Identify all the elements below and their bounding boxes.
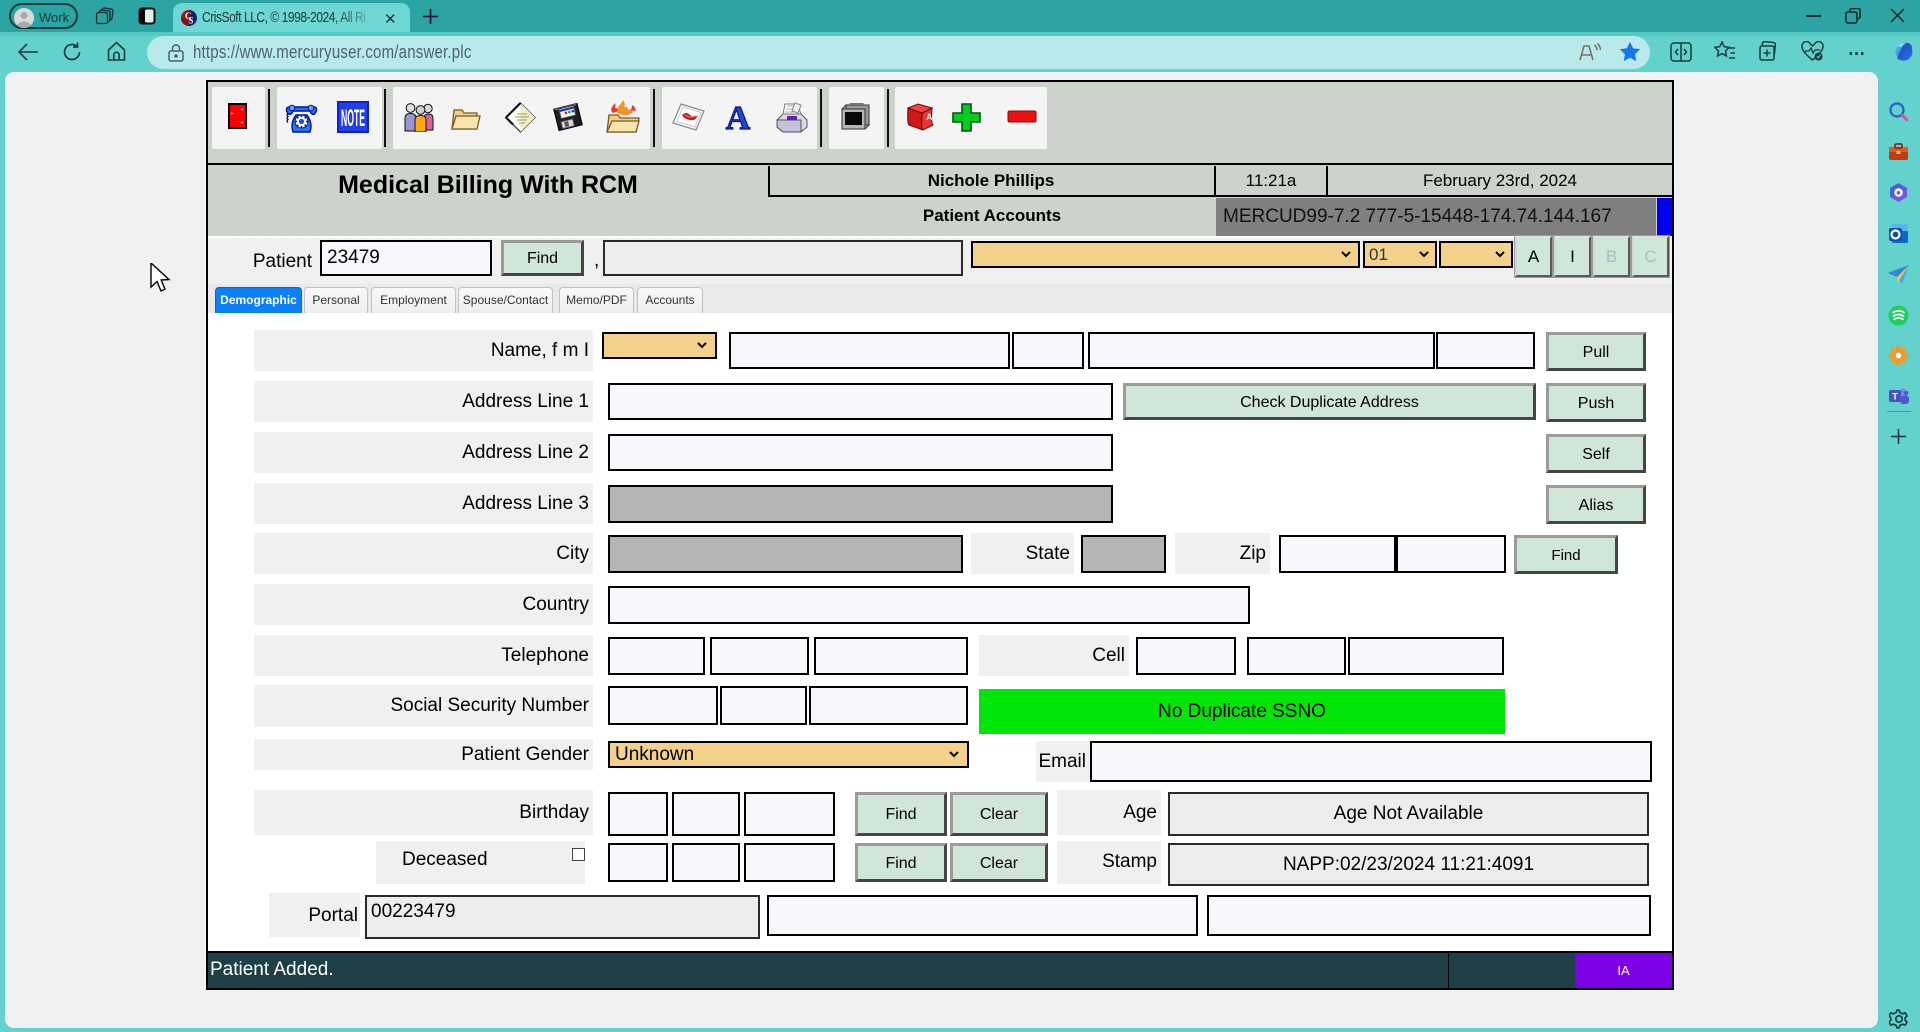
svg-text:S: S (188, 16, 193, 26)
svg-text:A: A (726, 102, 751, 133)
svg-text:NOTE: NOTE (341, 103, 365, 131)
svg-text:A: A (926, 112, 933, 122)
svg-text:T: T (1892, 392, 1898, 403)
